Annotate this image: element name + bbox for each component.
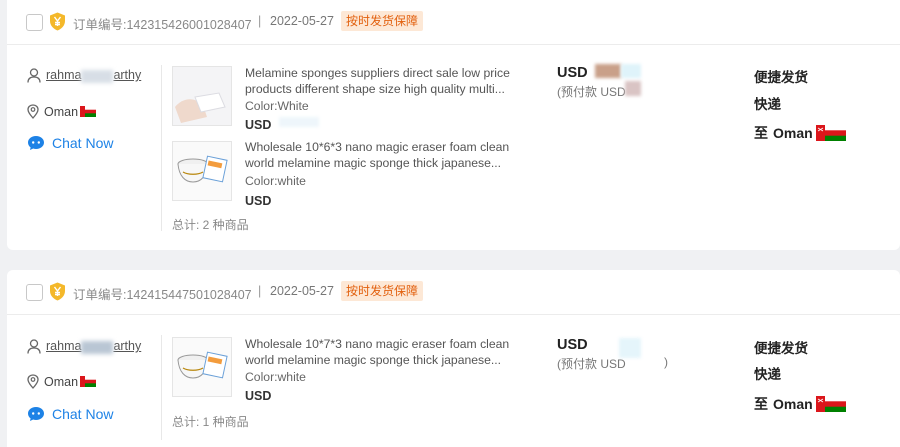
- redacted-name: [81, 69, 114, 83]
- buyer-name[interactable]: rahma arthy: [46, 68, 141, 83]
- shipping-method: 便捷发货: [754, 70, 808, 85]
- user-icon: [27, 339, 41, 354]
- shipping-type: 快递: [754, 367, 781, 382]
- product-title[interactable]: Wholesale 10*7*3 nano magic eraser foam …: [245, 336, 525, 368]
- oman-flag: [80, 106, 97, 117]
- product-price: USD: [245, 389, 272, 403]
- order-total-items: 总计: 2 种商品: [172, 218, 249, 232]
- buyer-country-row: Oman: [27, 104, 97, 119]
- redacted-name: [81, 340, 114, 354]
- buyer-country: Oman: [44, 104, 79, 119]
- destination-country: Oman: [773, 125, 813, 141]
- column-divider: [161, 65, 162, 231]
- oman-flag: [80, 376, 97, 387]
- redacted-value: [625, 81, 641, 96]
- product-title[interactable]: Wholesale 10*6*3 nano magic eraser foam …: [245, 139, 525, 171]
- oman-flag: [815, 125, 846, 141]
- order-header: 订单编号:142315426001028407 | 2022-05-27 按时发…: [7, 0, 900, 45]
- product-thumbnail[interactable]: [172, 337, 232, 397]
- destination-prefix: 至: [754, 396, 768, 412]
- product-title[interactable]: Melamine sponges suppliers direct sale l…: [245, 65, 525, 97]
- prepay-close: ): [664, 355, 668, 369]
- buyer-country: Oman: [44, 374, 79, 389]
- product-color: Color:white: [245, 174, 306, 188]
- on-time-shipping-badge: 按时发货保障: [341, 11, 424, 31]
- redacted-value: [279, 117, 319, 127]
- buyer-name-row[interactable]: rahma arthy: [27, 68, 141, 83]
- order-price: USD: [557, 65, 588, 81]
- order-card: 订单编号:142415447501028407 | 2022-05-27 按时发…: [7, 270, 900, 447]
- order-header: 订单编号:142415447501028407 | 2022-05-27 按时发…: [7, 270, 900, 315]
- order-price: USD: [557, 337, 588, 353]
- product-color: Color:white: [245, 370, 306, 384]
- shield-icon: [50, 12, 65, 31]
- buyer-country-row: Oman: [27, 374, 97, 389]
- header-separator: |: [258, 14, 262, 28]
- order-total-items: 总计: 1 种商品: [172, 415, 249, 429]
- product-price: USD: [245, 194, 272, 208]
- order-checkbox[interactable]: [26, 284, 43, 301]
- shipping-destination: 至 Oman: [754, 123, 846, 143]
- redacted-value: [595, 64, 621, 78]
- shipping-method: 便捷发货: [754, 341, 808, 356]
- header-separator: |: [258, 284, 262, 298]
- buyer-name[interactable]: rahma arthy: [46, 339, 141, 354]
- sponge-bowl-image: [173, 142, 231, 200]
- sponge-bowl-image: [173, 338, 231, 396]
- location-icon: [27, 104, 39, 119]
- product-thumbnail[interactable]: [172, 141, 232, 201]
- chat-now-label[interactable]: Chat Now: [52, 406, 113, 422]
- buyer-name-row[interactable]: rahma arthy: [27, 339, 141, 354]
- destination-country: Oman: [773, 396, 813, 412]
- prepay-amount: (预付款 USD: [557, 85, 626, 99]
- chat-icon: [28, 136, 44, 150]
- column-divider: [161, 335, 162, 440]
- on-time-shipping-badge: 按时发货保障: [341, 281, 424, 301]
- shipping-type: 快递: [754, 97, 781, 112]
- destination-prefix: 至: [754, 125, 768, 141]
- sponge-hand-image: [173, 67, 231, 125]
- product-color: Color:White: [245, 99, 309, 113]
- order-date: 2022-05-27: [270, 14, 334, 28]
- chat-now-label[interactable]: Chat Now: [52, 135, 113, 151]
- prepay-amount: (预付款 USD: [557, 357, 626, 371]
- oman-flag: [815, 396, 846, 412]
- product-thumbnail[interactable]: [172, 66, 232, 126]
- chat-now-button[interactable]: Chat Now: [27, 406, 113, 422]
- location-icon: [27, 374, 39, 389]
- order-card: 订单编号:142315426001028407 | 2022-05-27 按时发…: [7, 0, 900, 250]
- shield-icon: [50, 282, 65, 301]
- chat-now-button[interactable]: Chat Now: [27, 135, 113, 151]
- order-number: 订单编号:142315426001028407: [73, 18, 252, 32]
- product-price: USD: [245, 118, 272, 132]
- redacted-value: [621, 64, 641, 78]
- chat-icon: [28, 407, 44, 421]
- order-date: 2022-05-27: [270, 284, 334, 298]
- order-checkbox[interactable]: [26, 14, 43, 31]
- shipping-destination: 至 Oman: [754, 394, 846, 414]
- user-icon: [27, 68, 41, 83]
- order-number: 订单编号:142415447501028407: [73, 288, 252, 302]
